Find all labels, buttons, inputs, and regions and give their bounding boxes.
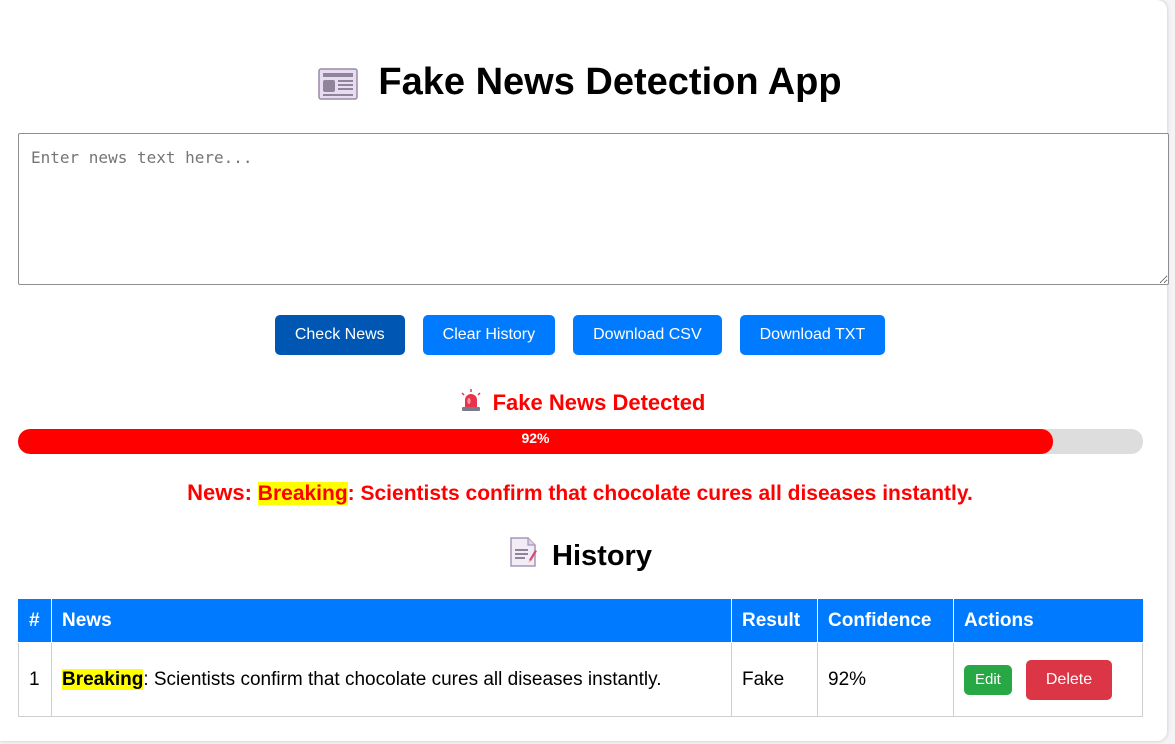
result-label: Fake News Detected: [492, 390, 706, 415]
clear-history-button[interactable]: Clear History: [422, 315, 556, 355]
analyzed-news-prefix: News:: [187, 480, 252, 505]
row-actions: Edit Delete: [953, 642, 1143, 717]
history-header-row: # News Result Confidence Actions: [18, 599, 1143, 643]
column-header-result: Result: [731, 599, 818, 643]
memo-icon: [508, 536, 538, 576]
table-row: 1 Breaking: Scientists confirm that choc…: [18, 642, 1143, 717]
delete-button[interactable]: Delete: [1025, 659, 1113, 700]
column-header-index: #: [18, 599, 52, 643]
history-title: History: [552, 539, 652, 572]
action-buttons: Check News Clear History Download CSV Do…: [0, 315, 1160, 355]
analyzed-news-text: : Scientists confirm that chocolate cure…: [347, 482, 973, 505]
page-title-text: Fake News Detection App: [378, 61, 842, 103]
confidence-progress-label: 92%: [521, 430, 550, 446]
download-txt-button[interactable]: Download TXT: [739, 315, 886, 355]
row-news-text: : Scientists confirm that chocolate cure…: [143, 668, 662, 690]
history-heading: History: [0, 536, 1160, 576]
row-news: Breaking: Scientists confirm that chocol…: [51, 642, 732, 717]
siren-icon: [459, 388, 483, 418]
history-table: # News Result Confidence Actions 1 Break…: [18, 599, 1143, 717]
result-status: Fake News Detected: [0, 388, 1164, 418]
row-index: 1: [18, 642, 52, 717]
page-title: Fake News Detection App: [0, 58, 1160, 106]
row-news-highlight: Breaking: [62, 668, 144, 690]
news-text-input[interactable]: [18, 133, 1169, 285]
check-news-button[interactable]: Check News: [274, 315, 405, 355]
column-header-news: News: [51, 599, 732, 643]
row-result: Fake: [731, 642, 818, 717]
column-header-confidence: Confidence: [817, 599, 954, 643]
column-header-actions: Actions: [953, 599, 1143, 643]
confidence-progress-fill: 92%: [18, 429, 1053, 454]
row-confidence: 92%: [817, 642, 954, 717]
edit-button[interactable]: Edit: [964, 664, 1012, 695]
download-csv-button[interactable]: Download CSV: [573, 315, 722, 355]
newspaper-icon: [318, 65, 359, 100]
analyzed-news: News: Breaking: Scientists confirm that …: [0, 480, 1160, 506]
confidence-progress-bar: 92%: [18, 429, 1143, 454]
app-card: Fake News Detection App Check News Clear…: [0, 0, 1169, 741]
analyzed-news-highlight: Breaking: [257, 482, 348, 505]
